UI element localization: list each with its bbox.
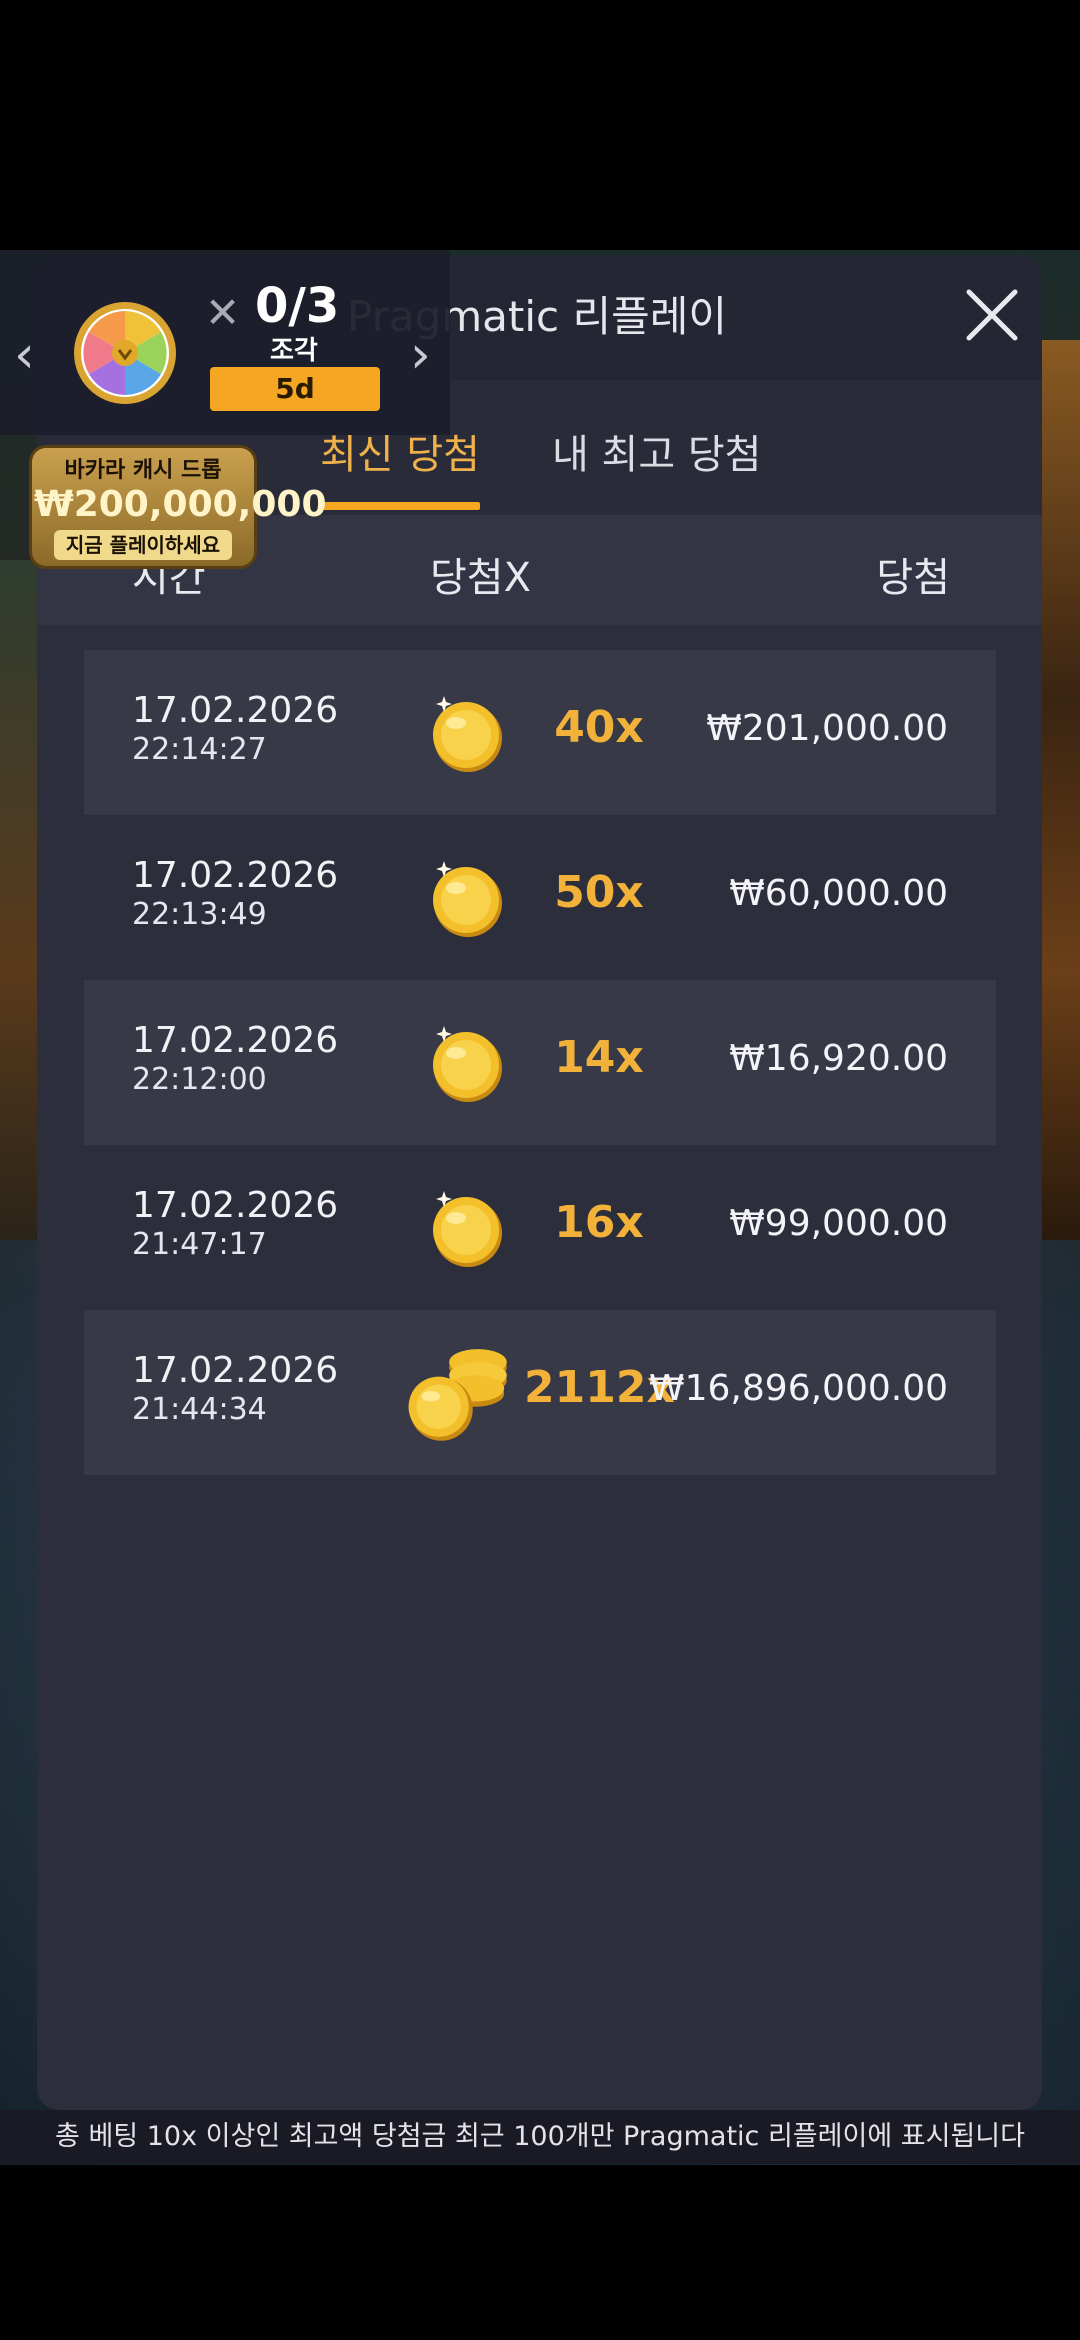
row-date: 17.02.2026	[132, 1350, 339, 1391]
row-amount: ₩201,000.00	[706, 708, 948, 749]
row-amount: ₩16,920.00	[729, 1038, 948, 1079]
pieces-label: 조각	[270, 336, 318, 366]
column-header-multiplier: 당첨X	[430, 555, 532, 601]
play-now-button[interactable]: 지금 플레이하세요	[54, 530, 232, 560]
row-date: 17.02.2026	[132, 1020, 339, 1061]
row-amount: ₩16,896,000.00	[649, 1368, 948, 1409]
pieces-count: 0/3	[255, 278, 340, 334]
single-coin-icon	[433, 1191, 502, 1267]
row-time: 22:13:49	[132, 897, 267, 932]
row-multiplier: 40x	[554, 702, 644, 753]
row-amount: ₩60,000.00	[729, 873, 948, 914]
single-coin-icon	[433, 861, 502, 937]
coin-stack-icon	[408, 1349, 507, 1441]
game-reel-frame-right	[1040, 340, 1080, 1240]
table-row[interactable]: 17.02.2026 21:47:17 16x ₩99,000.00	[84, 1145, 996, 1310]
row-amount: ₩99,000.00	[729, 1203, 948, 1244]
chevron-left-icon[interactable]: ‹	[14, 325, 35, 385]
single-coin-icon	[433, 696, 502, 772]
tab-my-best-wins[interactable]: 내 최고 당첨	[552, 422, 761, 480]
row-time: 22:12:00	[132, 1062, 267, 1097]
cash-drop-amount: ₩200,000,000	[34, 484, 327, 525]
table-row[interactable]: 17.02.2026 22:13:49 50x ₩60,000.00	[84, 815, 996, 980]
row-date: 17.02.2026	[132, 690, 339, 731]
cash-drop-title: 바카라 캐시 드롭	[64, 458, 222, 483]
row-date: 17.02.2026	[132, 855, 339, 896]
table-row[interactable]: 17.02.2026 21:44:34 2112x ₩16,896,000.00	[84, 1310, 996, 1475]
game-reel-frame-left	[0, 560, 40, 1240]
wins-list: 17.02.2026 22:14:27 40x ₩201,000.00 17.0…	[84, 650, 996, 1475]
close-icon	[966, 289, 1018, 341]
column-header-win: 당첨	[876, 555, 950, 601]
row-time: 22:14:27	[132, 732, 267, 767]
prize-wheel-icon[interactable]	[72, 300, 178, 406]
close-promo-icon[interactable]: ✕	[205, 288, 240, 337]
row-multiplier: 16x	[554, 1197, 644, 1248]
row-multiplier: 14x	[554, 1032, 644, 1083]
row-time: 21:44:34	[132, 1392, 267, 1427]
promo-timer-badge: 5d	[210, 367, 380, 411]
table-row[interactable]: 17.02.2026 22:14:27 40x ₩201,000.00	[84, 650, 996, 815]
row-date: 17.02.2026	[132, 1185, 339, 1226]
chevron-right-icon[interactable]: ›	[410, 325, 431, 385]
replay-info-note: 총 베팅 10x 이상인 최고액 당첨금 최근 100개만 Pragmatic …	[0, 2110, 1080, 2164]
row-multiplier: 50x	[554, 867, 644, 918]
close-button[interactable]	[957, 280, 1027, 350]
row-time: 21:47:17	[132, 1227, 267, 1262]
table-row[interactable]: 17.02.2026 22:12:00 14x ₩16,920.00	[84, 980, 996, 1145]
cash-drop-badge[interactable]: 바카라 캐시 드롭 ₩200,000,000 지금 플레이하세요	[32, 448, 327, 566]
single-coin-icon	[433, 1026, 502, 1102]
active-tab-indicator	[320, 502, 480, 510]
